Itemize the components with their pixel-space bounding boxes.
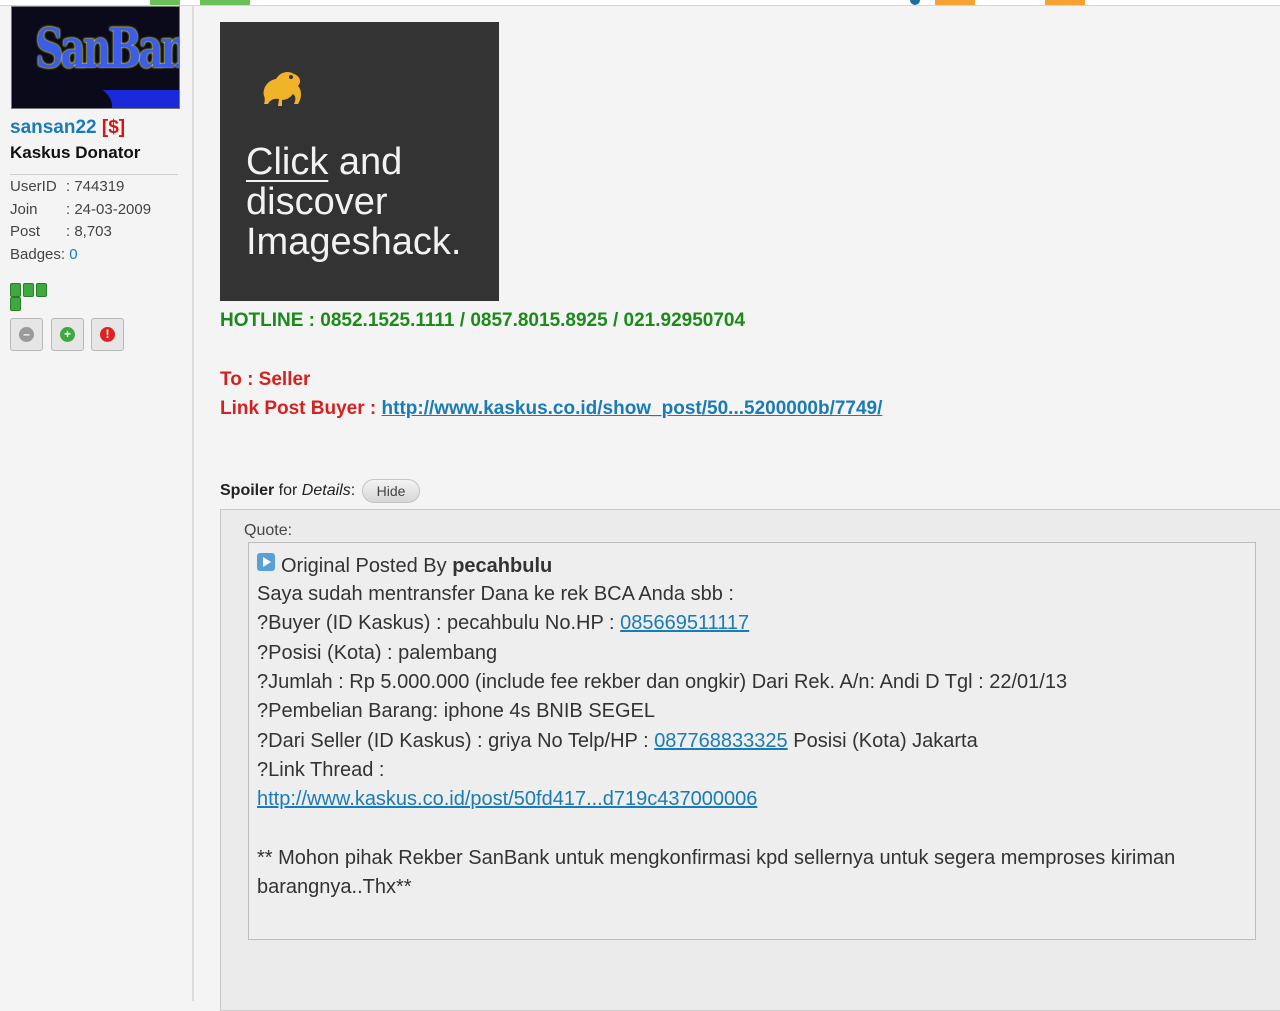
info-key: Badges xyxy=(10,246,61,263)
avatar[interactable]: SanBank xyxy=(11,6,180,109)
ignore-user-button[interactable]: – xyxy=(10,318,43,351)
rep-pip xyxy=(23,283,34,297)
badges-count-link[interactable]: 0 xyxy=(69,246,77,263)
spoiler-colon: : xyxy=(350,482,356,500)
thread-link[interactable]: http://www.kaskus.co.id/post/50fd417...d… xyxy=(257,788,757,810)
username[interactable]: sansan22 [$] xyxy=(10,117,125,139)
nav-accent-orange-2 xyxy=(1045,0,1085,5)
quote-text: ?Dari Seller (ID Kaskus) : griya No Telp… xyxy=(257,730,655,752)
plus-bubble-icon: + xyxy=(60,327,75,342)
hotline-text: HOTLINE : 0852.1525.1111 / 0857.8015.892… xyxy=(220,310,746,331)
info-value: : 744319 xyxy=(66,178,125,195)
divider xyxy=(10,174,178,175)
info-value: : 24-03-2009 xyxy=(66,201,152,218)
frog-logo-icon xyxy=(263,71,301,106)
user-title: Kaskus Donator xyxy=(10,143,141,162)
add-reputation-button[interactable]: + xyxy=(51,318,84,351)
reputation-bar xyxy=(10,283,56,311)
quote-note: barangnya..Thx** xyxy=(257,876,412,898)
spoiler-strong: Spoiler xyxy=(220,482,275,500)
banner-text: Click and discover Imageshack. xyxy=(246,142,461,262)
buyer-phone-link[interactable]: 085669511117 xyxy=(620,612,749,634)
alert-bubble-icon: ! xyxy=(100,327,115,342)
minus-circle-icon: – xyxy=(19,327,34,342)
info-value: : xyxy=(60,246,70,263)
quote-line: ?Posisi (Kota) : palembang xyxy=(257,642,498,664)
buyer-post-link[interactable]: http://www.kaskus.co.id/show_post/50...5… xyxy=(382,398,883,419)
link-post-label: Link Post Buyer : xyxy=(220,398,382,419)
rep-pip xyxy=(10,297,21,311)
link-post-buyer: Link Post Buyer : http://www.kaskus.co.i… xyxy=(220,398,882,420)
nav-accent-orange xyxy=(935,0,975,5)
quote-line: ?Jumlah : Rp 5.000.000 (include fee rekb… xyxy=(257,671,1068,693)
quote-line-seller: ?Dari Seller (ID Kaskus) : griya No Telp… xyxy=(257,730,978,753)
quote-attribution: Original Posted By pecahbulu xyxy=(257,553,552,578)
quote-line-thread: http://www.kaskus.co.id/post/50fd417...d… xyxy=(257,788,757,811)
rep-pip xyxy=(36,283,47,297)
spoiler-content: Quote: Original Posted By pecahbulu Saya… xyxy=(220,509,1280,1011)
to-seller-text: To : Seller xyxy=(220,369,311,390)
quote-line: ?Pembelian Barang: iphone 4s BNIB SEGEL xyxy=(257,700,656,722)
info-value: : 8,703 xyxy=(66,223,112,240)
info-join: Join : 24-03-2009 xyxy=(10,201,151,218)
posted-by-prefix: Original Posted By xyxy=(281,555,453,577)
info-userid: UserID : 744319 xyxy=(10,178,124,195)
spoiler-header: Spoiler for Details: Hide xyxy=(220,479,421,503)
info-key: Post xyxy=(10,223,41,240)
banner-text-imageshack: Imageshack. xyxy=(246,221,462,263)
quote-label: Quote: xyxy=(244,522,293,539)
quote-line: ?Link Thread : xyxy=(257,759,385,781)
banner-text-discover: discover xyxy=(246,181,388,223)
posted-by-user: pecahbulu xyxy=(452,555,553,577)
view-post-icon[interactable] xyxy=(257,553,275,571)
info-post: Post : 8,703 xyxy=(10,223,112,240)
info-badges: Badges: 0 xyxy=(10,246,78,263)
quote-line-buyer: ?Buyer (ID Kaskus) : pecahbulu No.HP : 0… xyxy=(257,612,749,635)
spoiler-title: Details xyxy=(301,482,351,500)
seller-phone-link[interactable]: 087768833325 xyxy=(654,730,787,752)
banner-text-click: Click xyxy=(246,141,329,183)
info-key: UserID xyxy=(10,178,57,195)
banner-text-and: and xyxy=(328,141,403,183)
quote-text: ?Buyer (ID Kaskus) : pecahbulu No.HP : xyxy=(257,612,621,634)
nav-accent-green-2 xyxy=(200,0,250,5)
quote-line: Saya sudah mentransfer Dana ke rek BCA A… xyxy=(257,583,734,605)
imageshack-banner[interactable]: Click and discover Imageshack. xyxy=(220,22,499,301)
quote-note: ** Mohon pihak Rekber SanBank untuk meng… xyxy=(257,847,1176,869)
nav-accent-green xyxy=(150,0,180,5)
donator-tag: [$] xyxy=(101,117,126,138)
username-text[interactable]: sansan22 xyxy=(10,117,97,138)
quote-box: Original Posted By pecahbulu Saya sudah … xyxy=(248,542,1256,940)
spoiler-for: for xyxy=(274,482,302,500)
user-sidebar: SanBank sansan22 [$] Kaskus Donator User… xyxy=(0,6,194,1001)
rep-pip xyxy=(10,283,21,297)
avatar-logo-text: SanBank xyxy=(35,16,179,80)
spoiler-hide-button[interactable]: Hide xyxy=(361,479,421,503)
nav-accent-blue xyxy=(910,0,920,5)
quote-text: Posisi (Kota) Jakarta xyxy=(787,730,978,752)
info-key: Join xyxy=(10,201,38,218)
report-post-button[interactable]: ! xyxy=(91,318,124,351)
